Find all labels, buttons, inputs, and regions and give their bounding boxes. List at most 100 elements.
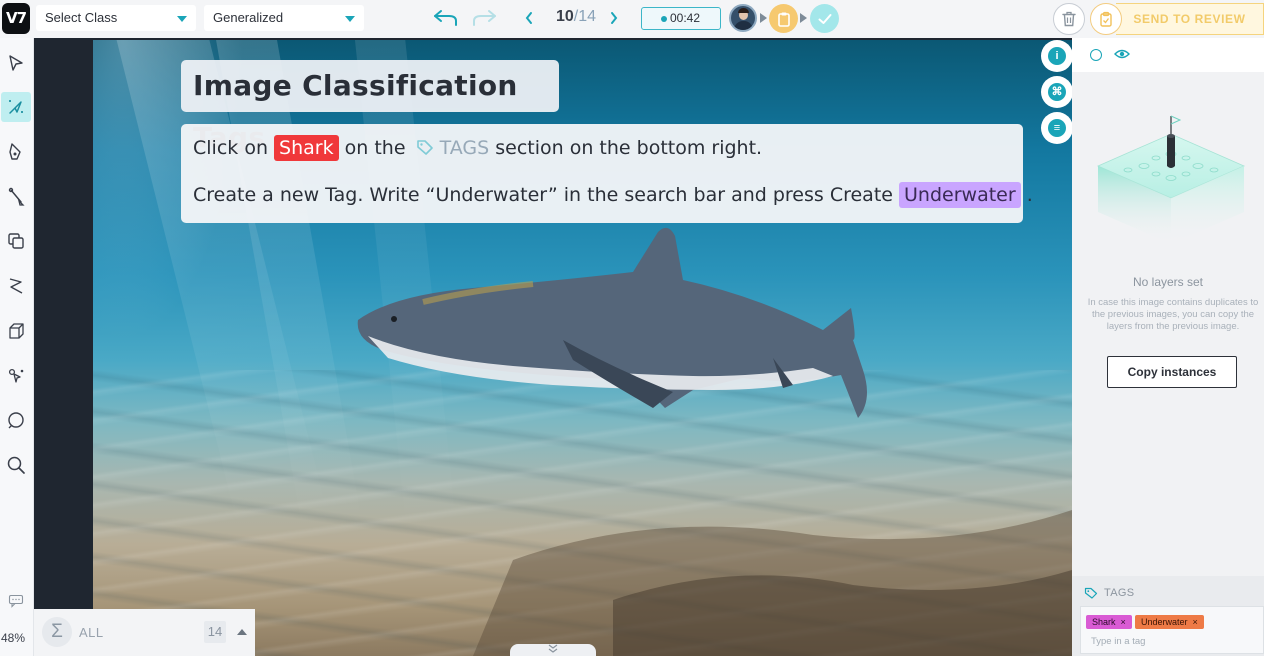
shark-tag-highlight: Shark <box>274 135 339 161</box>
tags-title: TAGS <box>1104 587 1135 599</box>
copy-boxes-icon <box>8 233 24 249</box>
mode-select-value: Generalized <box>213 10 284 25</box>
comments-button[interactable] <box>1 586 31 616</box>
underwater-tag-highlight: Underwater <box>899 182 1021 208</box>
mode-select[interactable]: Generalized <box>204 5 364 31</box>
expand-panel-handle[interactable] <box>510 644 596 656</box>
next-image-button[interactable] <box>605 8 623 28</box>
polyline-tool[interactable] <box>1 271 31 301</box>
tags-panel: TAGS Shark × Underwater × Type in a tag <box>1072 576 1264 656</box>
no-layers-description: In case this image contains duplicates t… <box>1087 297 1259 332</box>
zoom-level[interactable]: 48% <box>1 631 25 645</box>
copy-instances-button[interactable]: Copy instances <box>1107 356 1237 388</box>
timer-value: 00:42 <box>670 11 701 25</box>
caret-up-icon[interactable] <box>237 629 247 635</box>
tags-input-box[interactable]: Shark × Underwater × Type in a tag <box>1080 606 1264 654</box>
pen-icon <box>9 143 21 160</box>
bounding-box-tool[interactable] <box>1 226 31 256</box>
tag-search-input[interactable]: Type in a tag <box>1091 636 1145 647</box>
send-to-review-button[interactable]: SEND TO REVIEW <box>1116 3 1264 35</box>
class-count: 14 <box>204 621 226 643</box>
v7-logo[interactable]: V7 <box>2 3 30 34</box>
zoom-tool[interactable] <box>1 450 31 480</box>
list-icon: ≡ <box>1048 119 1066 137</box>
pointer-tool[interactable] <box>1 48 31 78</box>
cube-icon <box>9 323 24 339</box>
review-clipboard-button[interactable] <box>1090 3 1122 35</box>
polygon-tool[interactable] <box>1 137 31 167</box>
tag-chip-underwater[interactable]: Underwater × <box>1135 615 1204 629</box>
tags-keyword: TAGS <box>439 137 490 159</box>
double-chevron-down-icon <box>548 644 558 653</box>
tags-header: TAGS <box>1084 587 1134 599</box>
image-total: /14 <box>573 8 597 25</box>
keypoint-icon <box>8 368 24 383</box>
review-stage-button[interactable] <box>769 4 798 33</box>
undo-icon <box>434 10 457 26</box>
delete-button[interactable] <box>1053 3 1085 35</box>
annotation-canvas[interactable]: Image Classification Tags Click on Shark… <box>34 38 1072 656</box>
keypoint-tool[interactable] <box>1 361 31 391</box>
redo-button[interactable] <box>470 6 498 30</box>
select-all-circle-icon[interactable] <box>1090 49 1102 61</box>
clipboard-icon <box>777 12 790 27</box>
trash-icon <box>1062 11 1076 27</box>
polyline-icon <box>9 278 23 294</box>
instruction-line-1: Click on Shark on the TAGS section on th… <box>193 135 763 161</box>
brush-tool[interactable] <box>1 182 31 212</box>
previous-image-button[interactable] <box>520 8 538 28</box>
remove-tag-icon[interactable]: × <box>1193 617 1198 627</box>
annotation-timer: 00:42 <box>641 7 721 30</box>
no-layers-title: No layers set <box>1132 275 1204 289</box>
image-underwater-shark: Image Classification Tags Click on Shark… <box>93 40 1072 656</box>
remove-tag-icon[interactable]: × <box>1121 617 1126 627</box>
clipboard-check-icon <box>1100 11 1112 27</box>
class-counter-panel: Σ ALL 14 <box>34 609 255 656</box>
layers-button[interactable]: ≡ <box>1041 112 1073 144</box>
ellipse-tool[interactable] <box>1 406 31 436</box>
undo-button[interactable] <box>432 6 460 30</box>
empty-layers-illustration <box>1097 115 1245 244</box>
shortcuts-button[interactable]: ⌘ <box>1041 76 1073 108</box>
tag-icon <box>1084 587 1098 599</box>
search-icon <box>7 456 25 474</box>
check-icon <box>818 13 831 24</box>
tutorial-title: Image Classification Tags <box>181 60 559 154</box>
stage-arrow-icon <box>800 13 807 23</box>
info-icon: i <box>1048 47 1066 65</box>
chevron-left-icon <box>525 12 532 24</box>
info-button[interactable]: i <box>1041 40 1073 72</box>
ellipse-icon <box>8 412 24 429</box>
tag-icon <box>416 140 433 155</box>
caret-down-icon <box>345 16 355 22</box>
top-toolbar: V7 Select Class Generalized 10/14 00:42 … <box>0 0 1264 38</box>
layers-sidebar: No layers set In case this image contain… <box>1072 38 1264 656</box>
instruction-line-2: Create a new Tag. Write “Underwater” in … <box>193 182 1033 208</box>
class-select-value: Select Class <box>45 10 118 25</box>
auto-annotate-icon <box>9 100 23 114</box>
pointer-icon <box>9 55 23 71</box>
tag-chip-shark[interactable]: Shark × <box>1086 615 1132 629</box>
caret-down-icon <box>177 16 187 22</box>
tutorial-instructions: Click on Shark on the TAGS section on th… <box>181 124 1033 223</box>
command-icon: ⌘ <box>1048 83 1066 101</box>
stage-arrow-icon <box>760 13 767 23</box>
chevron-right-icon <box>611 12 618 24</box>
redo-icon <box>473 10 496 26</box>
complete-stage-button[interactable] <box>810 4 839 33</box>
image-counter: 10/14 <box>548 8 604 26</box>
auto-annotate-tool[interactable] <box>1 92 31 122</box>
comment-icon <box>8 594 24 608</box>
class-filter-all[interactable]: ALL <box>79 625 104 640</box>
class-select[interactable]: Select Class <box>36 5 196 31</box>
recording-dot-icon <box>661 16 667 22</box>
sigma-icon: Σ <box>42 617 72 647</box>
cuboid-tool[interactable] <box>1 316 31 346</box>
assignee-avatar[interactable] <box>729 4 757 32</box>
right-rail: i ⌘ ≡ <box>1040 40 1074 150</box>
brush-icon <box>8 187 25 206</box>
tool-sidebar <box>0 38 34 656</box>
eye-icon[interactable] <box>1114 48 1130 60</box>
layers-header <box>1072 38 1264 72</box>
image-index: 10 <box>555 8 574 25</box>
